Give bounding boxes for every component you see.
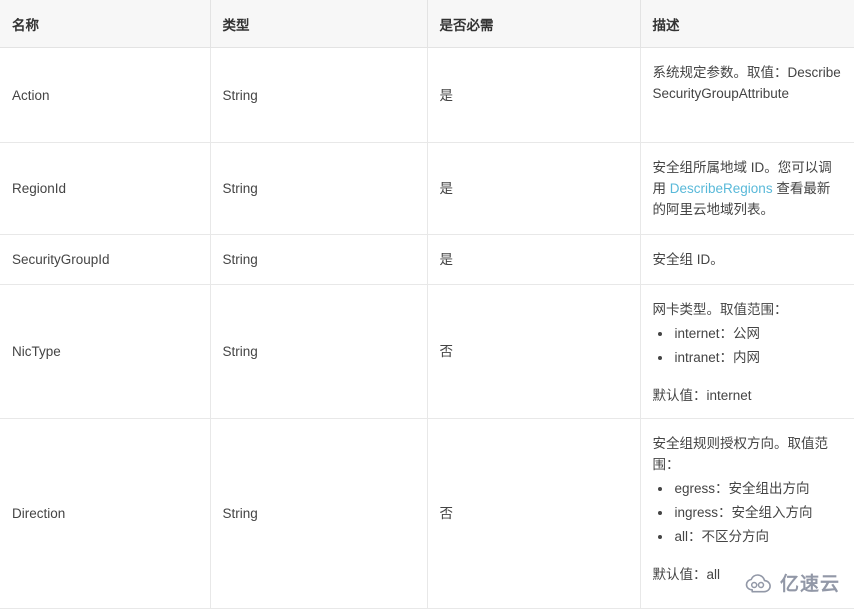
table-row: SecurityGroupId String 是 安全组 ID。 [0,234,854,285]
description-lead: 安全组 ID。 [652,252,724,267]
list-item: internet：公网 [673,322,843,346]
table-row: Direction String 否 安全组规则授权方向。取值范围： egres… [0,418,854,609]
cell-parameter-name: RegionId [0,142,211,235]
table-body: Action String 是 系统规定参数。取值：DescribeSecuri… [0,47,854,609]
description-bullet-list: internet：公网 intranet：内网 [653,322,843,370]
column-header-required: 是否必需 [427,0,641,48]
cell-parameter-required: 是 [427,234,641,285]
description-default-value: 默认值：internet [652,388,752,403]
column-header-description: 描述 [640,0,854,48]
cell-parameter-name: Direction [0,418,211,609]
cell-parameter-type: String [210,418,428,609]
description-lead: 安全组所属地域 ID。您可以调用 DescribeRegions 查看最新的阿里… [653,157,843,220]
description-lead: 系统规定参数。取值：DescribeSecurityGroupAttribute [652,65,841,101]
describe-regions-link[interactable]: DescribeRegions [670,181,773,196]
cell-parameter-required: 是 [427,47,641,143]
cell-parameter-description: 安全组所属地域 ID。您可以调用 DescribeRegions 查看最新的阿里… [640,142,854,235]
list-item: all：不区分方向 [673,525,843,549]
table-row: RegionId String 是 安全组所属地域 ID。您可以调用 Descr… [0,142,854,235]
cell-parameter-description: 安全组规则授权方向。取值范围： egress：安全组出方向 ingress：安全… [640,418,854,609]
list-item: intranet：内网 [673,346,843,370]
cell-parameter-name: NicType [0,284,211,419]
description-default-value: 默认值：all [652,567,721,582]
cell-parameter-type: String [210,234,428,285]
table-row: NicType String 否 网卡类型。取值范围： internet：公网 … [0,284,854,419]
list-item: ingress：安全组入方向 [673,501,843,525]
column-header-type: 类型 [210,0,428,48]
description-lead: 安全组规则授权方向。取值范围： [652,436,829,472]
api-parameters-table: 名称 类型 是否必需 描述 Action String 是 系统规定参数。取值：… [0,0,854,609]
cell-parameter-description: 网卡类型。取值范围： internet：公网 intranet：内网 默认值：i… [640,284,854,419]
cell-parameter-required: 否 [427,418,641,609]
cell-parameter-type: String [210,47,428,143]
cell-parameter-required: 否 [427,284,641,419]
table-header: 名称 类型 是否必需 描述 [0,0,854,48]
cell-parameter-name: SecurityGroupId [0,234,211,285]
cell-parameter-description: 安全组 ID。 [640,234,854,285]
table-row: Action String 是 系统规定参数。取值：DescribeSecuri… [0,47,854,143]
cell-parameter-description: 系统规定参数。取值：DescribeSecurityGroupAttribute [640,47,854,143]
description-bullet-list: egress：安全组出方向 ingress：安全组入方向 all：不区分方向 [653,477,843,549]
table-header-row: 名称 类型 是否必需 描述 [0,0,854,48]
cell-parameter-type: String [210,142,428,235]
cell-parameter-name: Action [0,47,211,143]
description-lead: 网卡类型。取值范围： [652,302,788,317]
list-item: egress：安全组出方向 [673,477,843,501]
cell-parameter-type: String [210,284,428,419]
column-header-name: 名称 [0,0,211,48]
cell-parameter-required: 是 [427,142,641,235]
